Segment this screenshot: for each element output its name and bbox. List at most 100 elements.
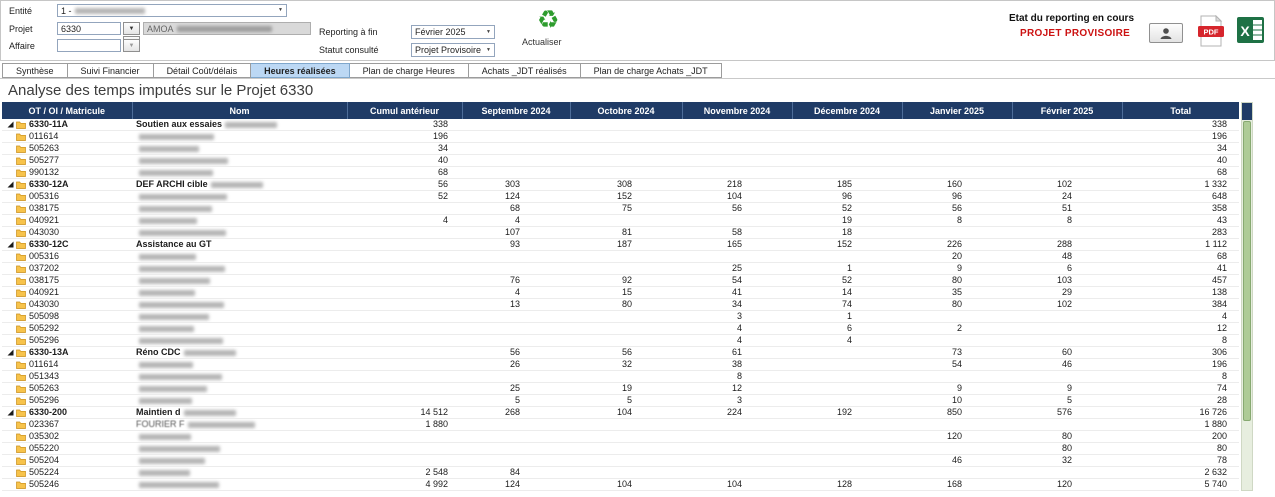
value-cell	[570, 322, 682, 335]
reporting-status-heading: Etat du reporting en cours	[1009, 13, 1135, 24]
table-row[interactable]: 040921 4 4 19 8 8 43	[2, 214, 1239, 227]
col-header-nom[interactable]: Nom	[132, 102, 348, 119]
affaire-dropdown-button[interactable]: ▼	[123, 39, 140, 52]
table-row[interactable]: 505246 4 992 124 104 104 128 168 120 5 740	[2, 478, 1239, 491]
table-row[interactable]: 6330-200 Maintien d 14 512 268 104 224 192 850 5…	[2, 406, 1239, 419]
user-button[interactable]	[1149, 23, 1183, 43]
table-row[interactable]: 6330-11A Soutien aux essaies 338 338	[2, 119, 1239, 131]
tab-suivi-financier[interactable]: Suivi Financier	[67, 63, 154, 78]
value-cell: 1	[792, 310, 902, 323]
table-row[interactable]: 6330-12A DEF ARCHI cible 56 303 308 218 185 160…	[2, 178, 1239, 191]
reporting-select[interactable]: Février 2025 ▼	[411, 25, 495, 39]
table-row[interactable]: 990132 68 68	[2, 166, 1239, 179]
value-cell	[462, 142, 570, 155]
value-cell: 648	[1122, 190, 1239, 203]
redacted-name	[139, 301, 224, 308]
value-cell	[462, 370, 570, 383]
redacted-name	[139, 325, 194, 332]
table-row[interactable]: 038175 76 92 54 52 80 103 457	[2, 274, 1239, 287]
value-cell: 14 512	[347, 406, 462, 419]
value-cell: 5	[462, 394, 570, 407]
redacted-name	[139, 385, 207, 392]
tab-detail-cout-delais[interactable]: Détail Coût/délais	[153, 63, 252, 78]
col-header-decembre-2024[interactable]: Décembre 2024	[792, 102, 903, 119]
value-cell	[1012, 418, 1122, 431]
vertical-scrollbar[interactable]	[1241, 102, 1253, 491]
table-row[interactable]: 6330-12C Assistance au GT 93 187 165 152 226 28…	[2, 238, 1239, 251]
table-row[interactable]: 505224 2 548 84 2 632	[2, 466, 1239, 479]
vertical-scrollbar-thumb[interactable]	[1243, 121, 1251, 421]
entite-select[interactable]: 1 - ▼	[57, 4, 287, 17]
value-cell	[347, 370, 462, 383]
expand-icon[interactable]	[7, 409, 14, 416]
tab-synthese[interactable]: Synthèse	[2, 63, 68, 78]
value-cell: 192	[792, 406, 902, 419]
tab-heures-realisees[interactable]: Heures réalisées	[251, 63, 350, 78]
tab-plan-charge-heures[interactable]: Plan de charge Heures	[349, 63, 469, 78]
value-cell	[682, 430, 792, 443]
projet-dropdown-button[interactable]: ▼	[123, 22, 140, 35]
table-row[interactable]: 011614 196 196	[2, 130, 1239, 143]
table-row[interactable]: 005316 20 48 68	[2, 250, 1239, 263]
value-cell: 96	[902, 190, 1012, 203]
col-header-ot-oi-matricule[interactable]: OT / OI / Matricule	[2, 102, 133, 119]
expand-icon[interactable]	[7, 181, 14, 188]
table-row[interactable]: 505296 5 5 3 10 5 28	[2, 394, 1239, 407]
projet-input[interactable]: 6330	[57, 22, 121, 35]
tab-achats-jdt-realises[interactable]: Achats _JDT réalisés	[468, 63, 581, 78]
table-row[interactable]: 6330-13A Réno CDC 56 56 61 73 60 306	[2, 346, 1239, 359]
col-header-septembre-2024[interactable]: Septembre 2024	[462, 102, 571, 119]
value-cell: 52	[792, 202, 902, 215]
ot-oi-matricule-cell: 505296	[2, 394, 132, 407]
nom-cell: FOURIER F	[132, 418, 347, 431]
value-cell: 308	[570, 178, 682, 191]
col-header-octobre-2024[interactable]: Octobre 2024	[570, 102, 683, 119]
col-header-fevrier-2025[interactable]: Février 2025	[1012, 102, 1123, 119]
value-cell	[347, 334, 462, 347]
col-header-novembre-2024[interactable]: Novembre 2024	[682, 102, 793, 119]
col-header-cumul-anterieur[interactable]: Cumul antérieur	[347, 102, 463, 119]
table-row[interactable]: 505277 40 40	[2, 154, 1239, 167]
statut-label: Statut consulté	[319, 45, 379, 55]
table-row[interactable]: 037202 25 1 9 6 41	[2, 262, 1239, 275]
col-header-janvier-2025[interactable]: Janvier 2025	[902, 102, 1013, 119]
table-row[interactable]: 043030 107 81 58 18 283	[2, 226, 1239, 239]
table-row[interactable]: 005316 52 124 152 104 96 96 24 648	[2, 190, 1239, 203]
expand-icon[interactable]	[7, 241, 14, 248]
export-excel-button[interactable]: X	[1237, 16, 1265, 49]
refresh-icon[interactable]: ♻	[537, 8, 559, 33]
col-header-total[interactable]: Total	[1122, 102, 1239, 119]
affaire-input[interactable]	[57, 39, 121, 52]
table-row[interactable]: 040921 4 15 41 14 35 29 138	[2, 286, 1239, 299]
table-row[interactable]: 038175 68 75 56 52 56 51 358	[2, 202, 1239, 215]
table-row[interactable]: 051343 8 8	[2, 370, 1239, 383]
table-row[interactable]: 035302 120 80 200	[2, 430, 1239, 443]
value-cell	[1012, 154, 1122, 167]
expand-icon[interactable]	[7, 121, 14, 128]
chevron-down-icon: ▼	[128, 25, 135, 32]
table-row[interactable]: 043030 13 80 34 74 80 102 384	[2, 298, 1239, 311]
table-row[interactable]: 505292 4 6 2 12	[2, 322, 1239, 335]
table-row[interactable]: 505296 4 4 8	[2, 334, 1239, 347]
table-row[interactable]: 505263 34 34	[2, 142, 1239, 155]
value-cell	[902, 334, 1012, 347]
value-cell: 75	[570, 202, 682, 215]
statut-select[interactable]: Projet Provisoire ▼	[411, 43, 495, 57]
person-icon	[1160, 27, 1172, 39]
ot-oi-matricule-cell: 040921	[2, 286, 132, 299]
export-pdf-button[interactable]: PDF	[1198, 14, 1224, 52]
table-row[interactable]: 505263 25 19 12 9 9 74	[2, 382, 1239, 395]
tab-plan-charge-achats-jdt[interactable]: Plan de charge Achats _JDT	[580, 63, 722, 78]
value-cell	[792, 119, 902, 131]
table-row[interactable]: 023367 FOURIER F1 880 1 880	[2, 418, 1239, 431]
table-row[interactable]: 011614 26 32 38 54 46 196	[2, 358, 1239, 371]
value-cell: 1 332	[1122, 178, 1239, 191]
table-row[interactable]: 055220 80 80	[2, 442, 1239, 455]
folder-icon	[16, 301, 26, 309]
table-row[interactable]: 505204 46 32 78	[2, 454, 1239, 467]
value-cell: 41	[682, 286, 792, 299]
value-cell	[682, 454, 792, 467]
folder-icon	[16, 481, 26, 489]
expand-icon[interactable]	[7, 349, 14, 356]
table-row[interactable]: 505098 3 1 4	[2, 310, 1239, 323]
